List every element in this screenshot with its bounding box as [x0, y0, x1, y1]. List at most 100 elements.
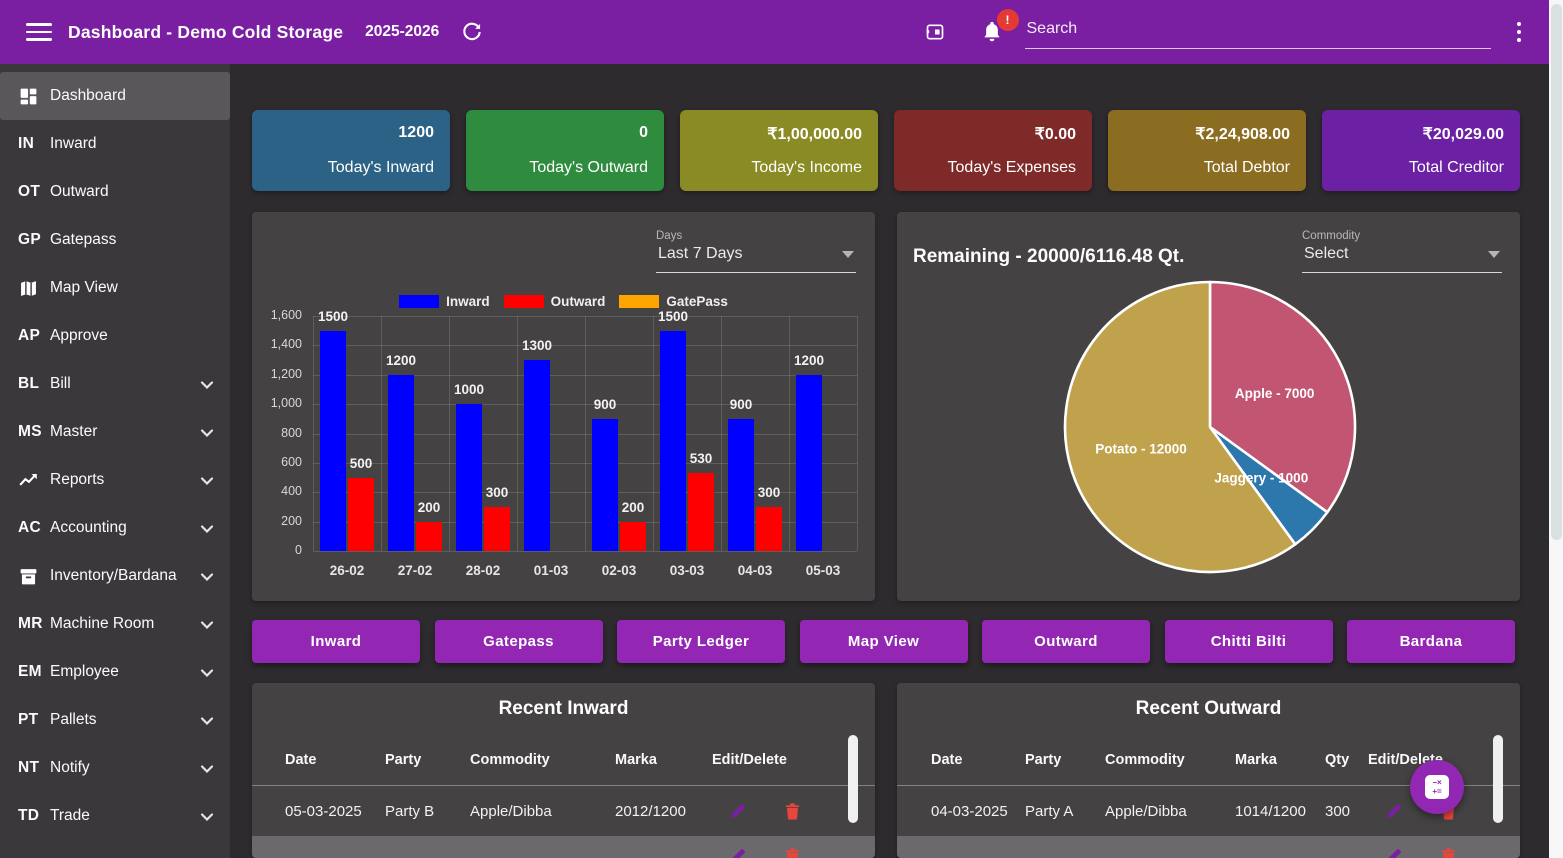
legend-label: Outward [551, 294, 606, 309]
y-axis-tick: 800 [254, 426, 302, 440]
bar-outward-26-02[interactable] [348, 478, 374, 551]
outward-button[interactable]: Outward [982, 620, 1150, 663]
search-input[interactable] [1025, 16, 1491, 49]
stat-card-label: Today's Income [696, 159, 862, 177]
sidebar-item-outward[interactable]: OTOutward [0, 168, 230, 216]
gridline [381, 316, 382, 551]
stat-card-label: Today's Outward [482, 159, 648, 177]
column-header-qty: Qty [1325, 752, 1368, 768]
sidebar-item-accounting[interactable]: ACAccounting [0, 504, 230, 552]
bar-outward-04-03[interactable] [756, 507, 782, 551]
bar-inward-26-02[interactable] [320, 331, 346, 551]
legend-item-gatepass[interactable]: GatePass [619, 294, 728, 309]
x-axis-tick: 03-03 [653, 563, 721, 578]
table-title: Recent Inward [252, 683, 875, 735]
sidebar-item-employee[interactable]: EMEmployee [0, 648, 230, 696]
commodity-select[interactable]: Commodity Select [1302, 230, 1502, 273]
legend-item-outward[interactable]: Outward [504, 294, 606, 309]
sidebar-item-label: Master [50, 423, 97, 441]
gatepass-button[interactable]: Gatepass [435, 620, 603, 663]
sidebar-item-approve[interactable]: APApprove [0, 312, 230, 360]
gridline [857, 316, 858, 551]
bar-outward-28-02[interactable] [484, 507, 510, 551]
chevron-down-icon [200, 569, 214, 583]
table-row-partial [252, 836, 875, 858]
sidebar-item-master[interactable]: MSMaster [0, 408, 230, 456]
pie-slice-label: Jaggery - 1000 [1214, 470, 1308, 485]
page-scrollbar-track[interactable] [1549, 0, 1563, 858]
card-view-icon[interactable] [925, 22, 945, 42]
bar-inward-27-02[interactable] [388, 375, 414, 551]
chevron-down-icon [200, 665, 214, 679]
chitti-bilti-button[interactable]: Chitti Bilti [1165, 620, 1333, 663]
table-scrollbar-thumb[interactable] [1493, 735, 1503, 823]
x-axis-tick: 02-03 [585, 563, 653, 578]
sidebar-item-bill[interactable]: BLBill [0, 360, 230, 408]
stat-card-value: ₹20,029.00 [1338, 124, 1504, 144]
stat-card-value: ₹0.00 [910, 124, 1076, 144]
refresh-icon[interactable] [461, 21, 483, 43]
abbr-icon: EM [18, 663, 48, 681]
stat-cards-row: 1200Today's Inward0Today's Outward₹1,00,… [252, 110, 1520, 191]
kebab-menu-icon[interactable] [1513, 18, 1526, 47]
chevron-down-icon [200, 377, 214, 391]
sidebar-item-pallets[interactable]: PTPallets [0, 696, 230, 744]
notifications-bell-icon[interactable]: ! [979, 19, 1005, 45]
bar-inward-03-03[interactable] [660, 331, 686, 551]
map-view-button[interactable]: Map View [800, 620, 968, 663]
bar-value-label: 1200 [779, 353, 839, 368]
y-axis-tick: 200 [254, 514, 302, 528]
abbr-icon: IN [18, 135, 48, 153]
edit-pencil-icon[interactable] [1384, 802, 1403, 821]
sidebar-item-inventory-bardana[interactable]: Inventory/Bardana [0, 552, 230, 600]
bardana-button[interactable]: Bardana [1347, 620, 1515, 663]
bar-inward-01-03[interactable] [524, 360, 550, 551]
recent-inward-panel: Recent InwardDatePartyCommodityMarkaEdit… [252, 683, 875, 858]
sidebar-item-label: Accounting [50, 519, 127, 537]
sidebar-item-map-view[interactable]: Map View [0, 264, 230, 312]
sidebar-item-dashboard[interactable]: Dashboard [0, 72, 230, 120]
table-title: Recent Outward [897, 683, 1520, 735]
gridline [721, 316, 722, 551]
days-select-value: Last 7 Days [658, 245, 742, 262]
legend-item-inward[interactable]: Inward [399, 294, 490, 309]
financial-year[interactable]: 2025-2026 [365, 23, 439, 41]
sidebar-item-reports[interactable]: Reports [0, 456, 230, 504]
days-select[interactable]: Days Last 7 Days [656, 230, 856, 273]
stat-card-label: Today's Expenses [910, 159, 1076, 177]
sidebar-item-label: Pallets [50, 711, 97, 729]
sidebar-item-label: Notify [50, 759, 90, 777]
sidebar-item-machine-room[interactable]: MRMachine Room [0, 600, 230, 648]
sidebar-item-notify[interactable]: NTNotify [0, 744, 230, 792]
delete-trash-icon[interactable] [783, 847, 802, 858]
abbr-icon: GP [18, 231, 48, 249]
bar-chart-plot: 1500500120020010003001300900200150053090… [313, 316, 857, 551]
gridline [449, 316, 450, 551]
edit-pencil-icon[interactable] [1384, 847, 1403, 858]
table-scrollbar-thumb[interactable] [848, 735, 858, 823]
party-ledger-button[interactable]: Party Ledger [617, 620, 785, 663]
delete-trash-icon[interactable] [783, 802, 802, 821]
app-header: Dashboard - Demo Cold Storage 2025-2026 … [0, 0, 1549, 64]
bar-inward-02-03[interactable] [592, 419, 618, 551]
bar-outward-27-02[interactable] [416, 522, 442, 551]
bar-outward-02-03[interactable] [620, 522, 646, 551]
table-cell: 05-03-2025 [285, 803, 385, 820]
sidebar-item-gatepass[interactable]: GPGatepass [0, 216, 230, 264]
sidebar-item-label: Approve [50, 327, 108, 345]
inward-button[interactable]: Inward [252, 620, 420, 663]
delete-trash-icon[interactable] [1439, 847, 1458, 858]
hamburger-menu-icon[interactable] [26, 23, 52, 41]
edit-pencil-icon[interactable] [728, 847, 747, 858]
bar-inward-05-03[interactable] [796, 375, 822, 551]
bar-outward-03-03[interactable] [688, 473, 714, 551]
page-scrollbar-thumb[interactable] [1551, 4, 1562, 540]
bar-inward-28-02[interactable] [456, 404, 482, 551]
edit-pencil-icon[interactable] [728, 802, 747, 821]
calculator-fab-button[interactable]: −×+= [1410, 760, 1464, 814]
sidebar-item-trade[interactable]: TDTrade [0, 792, 230, 840]
sidebar-item-inward[interactable]: INInward [0, 120, 230, 168]
search-box [1025, 16, 1491, 49]
column-header-commodity: Commodity [470, 752, 615, 768]
y-axis-tick: 1,600 [254, 308, 302, 322]
